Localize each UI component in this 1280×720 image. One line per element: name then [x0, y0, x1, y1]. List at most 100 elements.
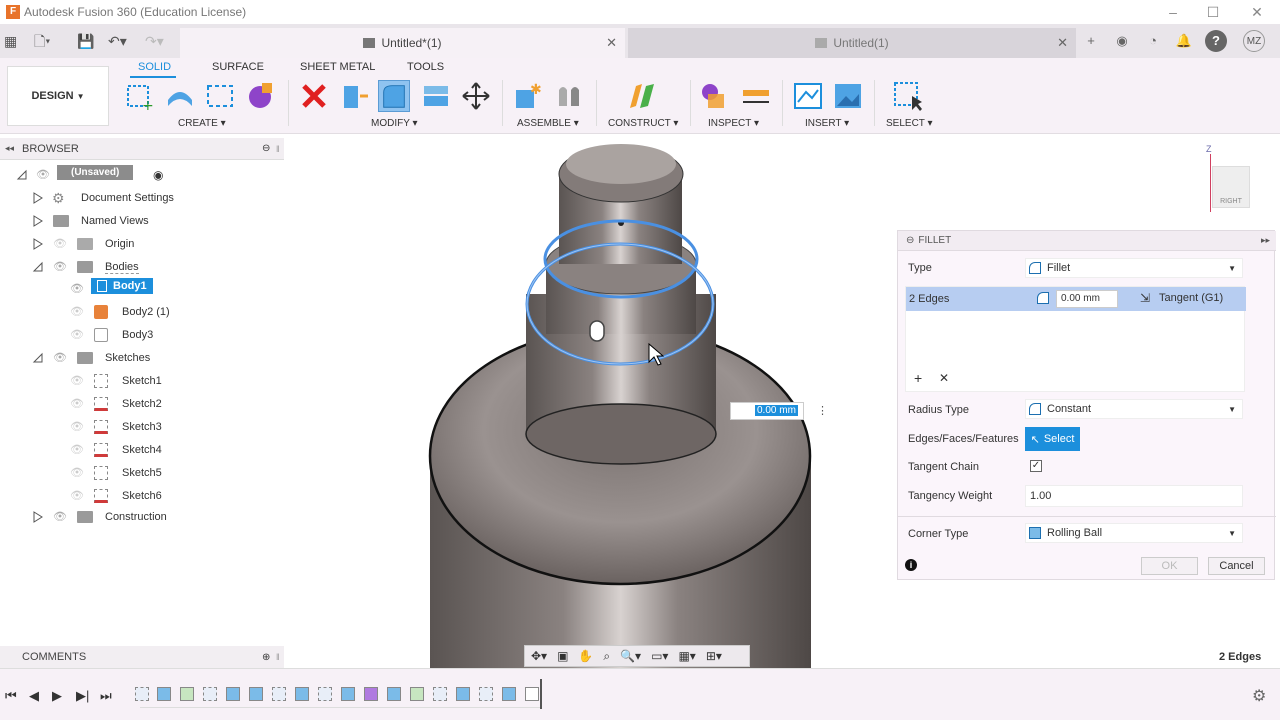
tree-item-sketches[interactable]: 👁 Sketches	[0, 348, 284, 368]
group-create[interactable]: CREATE ▾	[178, 118, 226, 129]
visibility-eye-icon[interactable]: 👁	[53, 262, 69, 273]
offset-plane-icon[interactable]	[626, 80, 658, 112]
tree-item-document-settings[interactable]: ⚙ Document Settings	[0, 188, 284, 208]
last-step-icon[interactable]: ⏭	[100, 688, 112, 704]
help-icon[interactable]: ?	[1205, 30, 1227, 52]
tree-item-body1[interactable]: 👁 Body1	[0, 278, 284, 299]
viewports-icon[interactable]: ⊞▾	[706, 649, 722, 663]
expanded-triangle-icon[interactable]	[32, 261, 44, 273]
timeline-sketch-feature[interactable]	[433, 687, 447, 701]
timeline-extrude-feature[interactable]	[157, 687, 171, 701]
tree-item-named-views[interactable]: Named Views	[0, 211, 284, 231]
add-selection-icon[interactable]: +	[914, 370, 922, 386]
maximize-icon[interactable]: ☐	[1203, 2, 1223, 22]
add-comment-icon[interactable]: ⊕	[262, 652, 270, 663]
timeline-extrude-feature[interactable]	[502, 687, 516, 701]
visibility-eye-icon[interactable]: 👁	[70, 284, 86, 295]
tree-item-origin[interactable]: 👁 Origin	[0, 234, 284, 254]
collapsed-triangle-icon[interactable]	[32, 238, 44, 250]
job-status-icon[interactable]: ◔	[1142, 30, 1164, 52]
tab-untitled-active[interactable]: Untitled*(1) ✕	[180, 28, 625, 58]
expanded-triangle-icon[interactable]	[32, 352, 44, 364]
save-icon[interactable]: 💾	[77, 32, 94, 50]
remove-selection-icon[interactable]: ✕	[939, 371, 949, 385]
radius-type-dropdown[interactable]: Constant ▼	[1025, 399, 1243, 419]
timeline-form-feature[interactable]	[364, 687, 378, 701]
create-form-icon[interactable]	[244, 80, 276, 112]
move-icon[interactable]	[460, 80, 492, 112]
collapsed-triangle-icon[interactable]	[32, 192, 44, 204]
close-tab-icon[interactable]: ✕	[1057, 35, 1068, 51]
rectangle-pattern-icon[interactable]	[204, 80, 236, 112]
tree-item-body2[interactable]: 👁 Body2 (1)	[0, 302, 284, 322]
extrude-icon[interactable]	[164, 80, 196, 112]
group-construct[interactable]: CONSTRUCT ▾	[608, 118, 678, 129]
timeline-fillet-feature[interactable]	[525, 687, 539, 701]
minimize-panel-icon[interactable]: ⊖	[262, 143, 270, 154]
view-cube-face[interactable]: RIGHT	[1212, 166, 1250, 208]
ok-button[interactable]: OK	[1141, 557, 1198, 575]
undo-icon[interactable]: ↶▾	[108, 32, 127, 50]
new-sketch-icon[interactable]: +	[124, 80, 156, 112]
more-options-icon[interactable]: ⋮	[817, 404, 828, 417]
group-select[interactable]: SELECT ▾	[886, 118, 933, 129]
fit-icon[interactable]: 🔍▾	[620, 649, 641, 663]
hidden-eye-icon[interactable]: 👁	[70, 330, 86, 341]
group-inspect[interactable]: INSPECT ▾	[708, 118, 759, 129]
continuity-value[interactable]: Tangent (G1)	[1159, 292, 1223, 304]
close-window-icon[interactable]: ✕	[1247, 2, 1267, 22]
edges-radius-input[interactable]: 0.00 mm	[1056, 290, 1118, 308]
tangent-chain-checkbox[interactable]: ✓	[1030, 460, 1042, 472]
new-component-icon[interactable]: ✱	[512, 80, 544, 112]
fillet-manipulator-handle[interactable]	[589, 320, 605, 342]
timeline-sketch-feature[interactable]	[203, 687, 217, 701]
display-settings-icon[interactable]: ▭▾	[651, 649, 668, 663]
hidden-eye-icon[interactable]: 👁	[70, 307, 86, 318]
redo-icon[interactable]: ↷▾	[145, 32, 164, 50]
timeline-sketch-feature[interactable]	[272, 687, 286, 701]
expanded-triangle-icon[interactable]	[16, 169, 28, 181]
timeline-extrude-feature[interactable]	[249, 687, 263, 701]
timeline-sketch-feature[interactable]	[135, 687, 149, 701]
tree-item-sketch3[interactable]: 👁 Sketch3	[0, 417, 284, 437]
timeline-plane-feature[interactable]	[410, 687, 424, 701]
pin-panel-icon[interactable]: ‖	[276, 144, 280, 154]
timeline-extrude-feature[interactable]	[456, 687, 470, 701]
tree-root[interactable]: 👁 (Unsaved) ◉	[0, 165, 284, 185]
type-dropdown[interactable]: Fillet ▼	[1025, 258, 1243, 278]
cancel-button[interactable]: Cancel	[1208, 557, 1265, 575]
comments-panel-header[interactable]: COMMENTS ⊕ ‖	[0, 646, 284, 668]
select-window-icon[interactable]	[892, 80, 924, 112]
activate-radio-icon[interactable]: ◉	[153, 168, 163, 182]
select-button[interactable]: ↖ Select	[1025, 427, 1080, 451]
tree-item-construction[interactable]: 👁 Construction	[0, 507, 284, 527]
visibility-eye-icon[interactable]: 👁	[53, 512, 69, 523]
joint-icon[interactable]	[553, 80, 585, 112]
pin-panel-icon[interactable]: ‖	[276, 652, 280, 662]
look-at-icon[interactable]: ▣	[557, 649, 568, 663]
tree-item-sketch6[interactable]: 👁 Sketch6	[0, 486, 284, 506]
minus-circle-icon[interactable]: ⊖	[906, 235, 914, 246]
orbit-icon[interactable]: ✥▾	[531, 649, 547, 663]
tangency-weight-input[interactable]: 1.00	[1025, 485, 1243, 507]
new-tab-icon[interactable]: +	[1080, 30, 1102, 52]
collapsed-triangle-icon[interactable]	[32, 215, 44, 227]
workspace-switcher-button[interactable]: DESIGN ▼	[7, 66, 109, 126]
tab-untitled-inactive[interactable]: Untitled(1) ✕	[628, 28, 1076, 58]
edges-selection-row[interactable]: 2 Edges 0.00 mm ⇲ Tangent (G1)	[906, 287, 1246, 311]
interference-icon[interactable]	[698, 80, 730, 112]
previous-step-icon[interactable]: ◀	[29, 688, 39, 704]
timeline-plane-feature[interactable]	[180, 687, 194, 701]
hidden-eye-icon[interactable]: 👁	[70, 422, 86, 433]
radius-inline-input[interactable]: 0.00 mm	[730, 402, 804, 420]
user-avatar[interactable]: MZ	[1243, 30, 1265, 52]
fillet-icon[interactable]	[378, 80, 410, 112]
hidden-eye-icon[interactable]: 👁	[70, 468, 86, 479]
timeline-extrude-feature[interactable]	[295, 687, 309, 701]
first-step-icon[interactable]: ⏮	[5, 688, 17, 704]
collapsed-triangle-icon[interactable]	[32, 511, 44, 523]
expand-panel-icon[interactable]: ▸▸	[1261, 235, 1270, 246]
group-modify[interactable]: MODIFY ▾	[371, 118, 418, 129]
hidden-eye-icon[interactable]: 👁	[70, 445, 86, 456]
timeline-revolve-feature[interactable]	[226, 687, 240, 701]
